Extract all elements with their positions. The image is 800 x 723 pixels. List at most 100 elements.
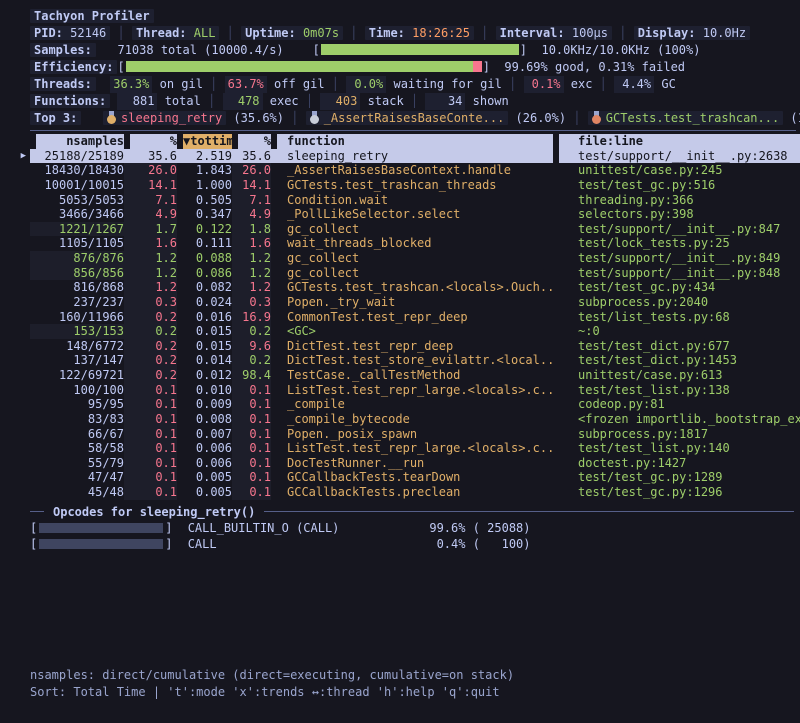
tottime-cell: 0.008 [177, 412, 232, 427]
tottime-cell: 0.111 [177, 236, 232, 251]
header-tottime-sort[interactable]: ▼tottime [177, 134, 232, 149]
fileline-cell: codeop.py:81 [553, 397, 800, 412]
direct-pct-cell: 0.1 [124, 470, 177, 485]
fileline-cell: subprocess.py:1817 [553, 427, 800, 442]
rule-left [30, 511, 44, 512]
row-marker [0, 251, 30, 266]
table-row[interactable]: 55/79 0.1 0.006 0.1 DocTestRunner.__run … [0, 456, 800, 471]
table-row[interactable]: 148/6772 0.2 0.015 9.6 DictTest.test_rep… [0, 339, 800, 354]
gold-medal-icon [107, 111, 116, 124]
status-pid: PID: 52146 [30, 26, 110, 40]
table-row[interactable]: 160/11966 0.2 0.016 16.9 CommonTest.test… [0, 310, 800, 325]
table-row[interactable]: 153/153 0.2 0.015 0.2 <GC> ~:0 [0, 324, 800, 339]
silver-medal-icon [310, 111, 319, 124]
field-separator: │ [343, 26, 365, 40]
table-row[interactable]: ▶ 25188/25189 35.6 2.519 35.6 sleeping_r… [0, 149, 800, 164]
opcode-bar [39, 539, 163, 549]
samples-label: Samples: [30, 43, 96, 57]
table-row[interactable]: 816/868 1.2 0.082 1.2 GCTests.test_trash… [0, 280, 800, 295]
direct-pct-cell: 0.2 [124, 353, 177, 368]
row-marker [0, 163, 30, 178]
table-row[interactable]: 58/58 0.1 0.006 0.1 ListTest.test_repr_l… [0, 441, 800, 456]
fileline-cell: test/list_tests.py:68 [553, 310, 800, 325]
opcode-bar [39, 523, 163, 533]
threads-metric: 63.7% off gil [225, 77, 325, 91]
opcode-pct: 0.4% [410, 536, 465, 553]
table-row[interactable]: 122/69721 0.2 0.012 98.4 TestCase._callT… [0, 368, 800, 383]
table-row[interactable]: 1105/1105 1.6 0.111 1.6 wait_threads_blo… [0, 236, 800, 251]
tottime-cell: 0.006 [177, 456, 232, 471]
function-cell: _compile_bytecode [271, 412, 553, 427]
opcode-pct: 99.6% [410, 520, 465, 537]
row-marker [0, 266, 30, 281]
table-row[interactable]: 237/237 0.3 0.024 0.3 Popen._try_wait su… [0, 295, 800, 310]
functions-metric-value: 478 [223, 93, 263, 110]
opcode-name: CALL_BUILTIN_O (CALL) [180, 520, 410, 537]
header-fileline[interactable]: file:line [553, 134, 800, 149]
function-cell: TestCase._callTestMethod [271, 368, 553, 383]
top3-item: _AssertRaisesBaseConte... [306, 111, 509, 125]
top3-label: Top 3: [30, 111, 81, 125]
function-cell: sleeping_retry [271, 149, 553, 164]
status-display: Display: 10.0Hz [634, 26, 750, 40]
row-marker [0, 222, 30, 237]
efficiency-bar-good [126, 61, 473, 72]
table-row[interactable]: 1221/1267 1.7 0.122 1.8 gc_collect test/… [0, 222, 800, 237]
table-row[interactable]: 47/47 0.1 0.005 0.1 GCCallbackTests.tear… [0, 470, 800, 485]
header-direct-pct[interactable]: % [124, 134, 177, 149]
tottime-cell: 0.015 [177, 324, 232, 339]
header-nsamples[interactable]: nsamples [30, 134, 124, 149]
table-row[interactable]: 100/100 0.1 0.010 0.1 ListTest.test_repr… [0, 383, 800, 398]
nsamples-cell: 876/876 [30, 251, 124, 266]
nsamples-cell: 100/100 [30, 383, 124, 398]
status-line: PID: 52146 │ Thread: ALL │ Uptime: 0m07s… [30, 25, 792, 42]
table-row[interactable]: 45/48 0.1 0.005 0.1 GCCallbackTests.prec… [0, 485, 800, 500]
opcodes-title: Opcodes for sleeping_retry() [53, 505, 255, 519]
tottime-cell: 1.843 [177, 163, 232, 178]
opcode-count: ( 100) [465, 536, 530, 553]
status-display-value: 10.0Hz [703, 26, 746, 40]
table-row[interactable]: 95/95 0.1 0.009 0.1 _compile codeop.py:8… [0, 397, 800, 412]
header-cumulative-pct[interactable]: % [232, 134, 271, 149]
table-row[interactable]: 876/876 1.2 0.088 1.2 gc_collect test/su… [0, 251, 800, 266]
nsamples-cell: 3466/3466 [30, 207, 124, 222]
table-row[interactable]: 10001/10015 14.1 1.000 14.1 GCTests.test… [0, 178, 800, 193]
bronze-medal-icon [592, 111, 601, 124]
cumulative-pct-cell: 0.2 [232, 324, 271, 339]
direct-pct-cell: 4.9 [124, 207, 177, 222]
fileline-cell: test/lock_tests.py:25 [553, 236, 800, 251]
table-row[interactable]: 3466/3466 4.9 0.347 4.9 _PollLikeSelecto… [0, 207, 800, 222]
fileline-cell: threading.py:366 [553, 193, 800, 208]
table-row[interactable]: 18430/18430 26.0 1.843 26.0 _AssertRaise… [0, 163, 800, 178]
fileline-cell: test/support/__init__.py:847 [553, 222, 800, 237]
fileline-cell: ~:0 [553, 324, 800, 339]
direct-pct-cell: 0.2 [124, 339, 177, 354]
row-marker [0, 412, 30, 427]
footer-keybinds: Sort: Total Time | 't':mode 'x':trends ↔… [30, 684, 514, 701]
direct-pct-cell: 0.1 [124, 456, 177, 471]
table-row[interactable]: 856/856 1.2 0.086 1.2 gc_collect test/su… [0, 266, 800, 281]
function-cell: _compile [271, 397, 553, 412]
fileline-cell: subprocess.py:2040 [553, 295, 800, 310]
row-marker [0, 339, 30, 354]
fileline-cell: unittest/case.py:613 [553, 368, 800, 383]
field-separator: │ [404, 94, 426, 108]
function-cell: Popen._try_wait [271, 295, 553, 310]
nsamples-cell: 137/147 [30, 353, 124, 368]
cumulative-pct-cell: 0.2 [232, 353, 271, 368]
header-function[interactable]: function [271, 134, 553, 149]
function-cell: ListTest.test_repr_large.<locals>.c... [271, 383, 553, 398]
direct-pct-cell: 1.2 [124, 266, 177, 281]
nsamples-cell: 148/6772 [30, 339, 124, 354]
tottime-cell: 0.024 [177, 295, 232, 310]
function-cell: GCTests.test_trashcan.<locals>.Ouch... [271, 280, 553, 295]
nsamples-cell: 122/69721 [30, 368, 124, 383]
cumulative-pct-cell: 0.1 [232, 427, 271, 442]
table-row[interactable]: 83/83 0.1 0.008 0.1 _compile_bytecode <f… [0, 412, 800, 427]
table-row[interactable]: 66/67 0.1 0.007 0.1 Popen._posix_spawn s… [0, 427, 800, 442]
table-row[interactable]: 137/147 0.2 0.014 0.2 DictTest.test_stor… [0, 353, 800, 368]
table-row[interactable]: 5053/5053 7.1 0.505 7.1 Condition.wait t… [0, 193, 800, 208]
row-marker [0, 310, 30, 325]
nsamples-cell: 1105/1105 [30, 236, 124, 251]
fileline-cell: test/test_gc.py:1289 [553, 470, 800, 485]
